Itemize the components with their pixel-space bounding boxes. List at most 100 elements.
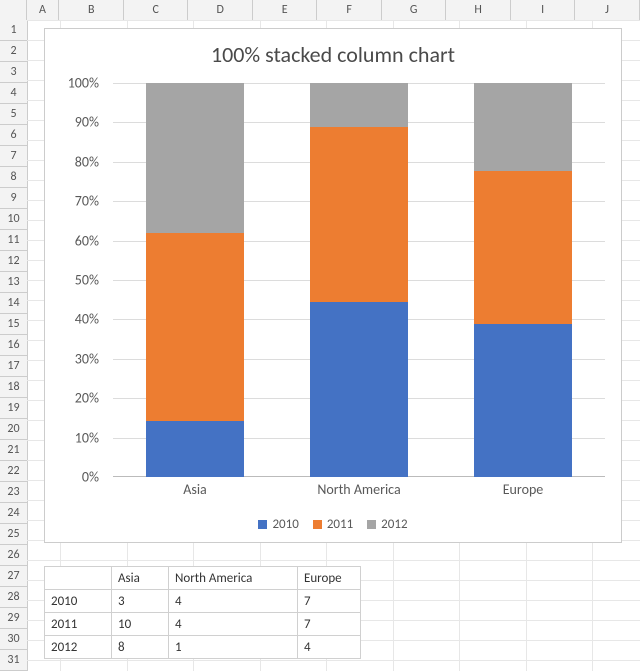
column-header-A[interactable]: A <box>27 0 60 20</box>
bar-segment-2010[interactable] <box>474 324 572 477</box>
row-headers: 1234567891011121314151617181920212223242… <box>0 20 28 671</box>
table-row: 2011 10 4 7 <box>45 613 361 636</box>
bar-segment-2011[interactable] <box>146 233 244 421</box>
row-header-11[interactable]: 11 <box>0 230 27 251</box>
y-tick-label: 70% <box>75 193 99 210</box>
bar-column[interactable] <box>146 83 244 477</box>
legend-item-2011[interactable]: 2011 <box>313 517 353 532</box>
row-header-12[interactable]: 12 <box>0 251 27 272</box>
table-cell[interactable]: 4 <box>298 636 361 659</box>
row-header-17[interactable]: 17 <box>0 356 27 377</box>
y-tick-label: 60% <box>75 232 99 249</box>
x-tick-label: Europe <box>474 481 572 498</box>
table-header-row: Asia North America Europe <box>45 567 361 590</box>
y-axis-labels: 0%10%20%30%40%50%60%70%80%90%100% <box>45 83 107 477</box>
table-cell[interactable]: 2012 <box>45 636 112 659</box>
row-header-3[interactable]: 3 <box>0 62 27 83</box>
column-header-F[interactable]: F <box>317 0 382 20</box>
table-cell[interactable]: 2011 <box>45 613 112 636</box>
bar-segment-2011[interactable] <box>474 171 572 324</box>
chart-object[interactable]: 100% stacked column chart 0% 10% 20% 30% 40%… <box>44 28 622 543</box>
row-header-29[interactable]: 29 <box>0 608 27 629</box>
x-tick-label: Asia <box>146 481 244 498</box>
row-header-10[interactable]: 10 <box>0 209 27 230</box>
y-tick-label: 20% <box>75 390 99 407</box>
legend-label: 2011 <box>327 517 353 532</box>
bar-segment-2010[interactable] <box>146 421 244 477</box>
select-all-corner[interactable] <box>0 0 27 20</box>
row-header-26[interactable]: 26 <box>0 545 27 566</box>
column-header-E[interactable]: E <box>253 0 317 20</box>
column-header-D[interactable]: D <box>188 0 253 20</box>
column-header-I[interactable]: I <box>511 0 575 20</box>
y-tick-label: 80% <box>75 153 99 170</box>
column-header-C[interactable]: C <box>124 0 188 20</box>
bar-segment-2012[interactable] <box>146 83 244 233</box>
table-cell[interactable]: 1 <box>169 636 298 659</box>
row-header-18[interactable]: 18 <box>0 377 27 398</box>
table-cell[interactable]: 2010 <box>45 590 112 613</box>
table-cell[interactable]: 3 <box>112 590 169 613</box>
row-header-2[interactable]: 2 <box>0 41 27 62</box>
row-header-8[interactable]: 8 <box>0 167 27 188</box>
row-header-13[interactable]: 13 <box>0 272 27 293</box>
table-header-cell[interactable]: North America <box>169 567 298 590</box>
row-header-27[interactable]: 27 <box>0 566 27 587</box>
column-header-B[interactable]: B <box>59 0 124 20</box>
bar-column[interactable] <box>474 83 572 477</box>
row-header-22[interactable]: 22 <box>0 461 27 482</box>
row-header-4[interactable]: 4 <box>0 83 27 104</box>
table-header-cell[interactable]: Europe <box>298 567 361 590</box>
row-header-24[interactable]: 24 <box>0 503 27 524</box>
y-tick-label: 40% <box>75 311 99 328</box>
table-cell[interactable]: 7 <box>298 613 361 636</box>
row-header-25[interactable]: 25 <box>0 524 27 545</box>
table-cell[interactable]: 8 <box>112 636 169 659</box>
legend-item-2010[interactable]: 2010 <box>258 517 298 532</box>
column-header-G[interactable]: G <box>382 0 446 20</box>
legend-item-2012[interactable]: 2012 <box>367 517 407 532</box>
row-header-7[interactable]: 7 <box>0 146 27 167</box>
row-header-28[interactable]: 28 <box>0 587 27 608</box>
y-tick-label: 0% <box>82 469 99 486</box>
column-headers: ABCDEFGHIJ <box>0 0 640 21</box>
row-header-9[interactable]: 9 <box>0 188 27 209</box>
y-tick-label: 50% <box>75 272 99 289</box>
column-header-J[interactable]: J <box>575 0 640 20</box>
table-header-cell[interactable]: Asia <box>112 567 169 590</box>
row-header-20[interactable]: 20 <box>0 419 27 440</box>
row-header-21[interactable]: 21 <box>0 440 27 461</box>
bar-segment-2010[interactable] <box>310 302 408 477</box>
row-header-6[interactable]: 6 <box>0 125 27 146</box>
row-header-19[interactable]: 19 <box>0 398 27 419</box>
row-header-1[interactable]: 1 <box>0 20 27 41</box>
legend-swatch-icon <box>313 520 322 529</box>
table-cell[interactable]: 4 <box>169 590 298 613</box>
y-tick-label: 30% <box>75 350 99 367</box>
plot-area <box>113 83 605 477</box>
row-header-5[interactable]: 5 <box>0 104 27 125</box>
table-header-cell[interactable] <box>45 567 112 590</box>
table-row: 2010 3 4 7 <box>45 590 361 613</box>
source-data-table[interactable]: Asia North America Europe 2010 3 4 7 201… <box>44 566 361 659</box>
bar-segment-2012[interactable] <box>310 83 408 127</box>
row-header-23[interactable]: 23 <box>0 482 27 503</box>
table-cell[interactable]: 10 <box>112 613 169 636</box>
row-header-30[interactable]: 30 <box>0 629 27 650</box>
y-tick-label: 90% <box>75 114 99 131</box>
bar-segment-2012[interactable] <box>474 83 572 171</box>
row-header-16[interactable]: 16 <box>0 335 27 356</box>
table-cell[interactable]: 4 <box>169 613 298 636</box>
y-tick-label: 10% <box>75 429 99 446</box>
x-axis-labels: AsiaNorth AmericaEurope <box>113 481 605 498</box>
chart-title: 100% stacked column chart <box>45 41 621 68</box>
bar-column[interactable] <box>310 83 408 477</box>
table-cell[interactable]: 7 <box>298 590 361 613</box>
bar-segment-2011[interactable] <box>310 127 408 302</box>
row-header-31[interactable]: 31 <box>0 650 27 671</box>
row-header-14[interactable]: 14 <box>0 293 27 314</box>
spreadsheet-view: ABCDEFGHIJ 12345678910111213141516171819… <box>0 0 640 671</box>
legend-label: 2010 <box>272 517 298 532</box>
row-header-15[interactable]: 15 <box>0 314 27 335</box>
column-header-H[interactable]: H <box>446 0 511 20</box>
